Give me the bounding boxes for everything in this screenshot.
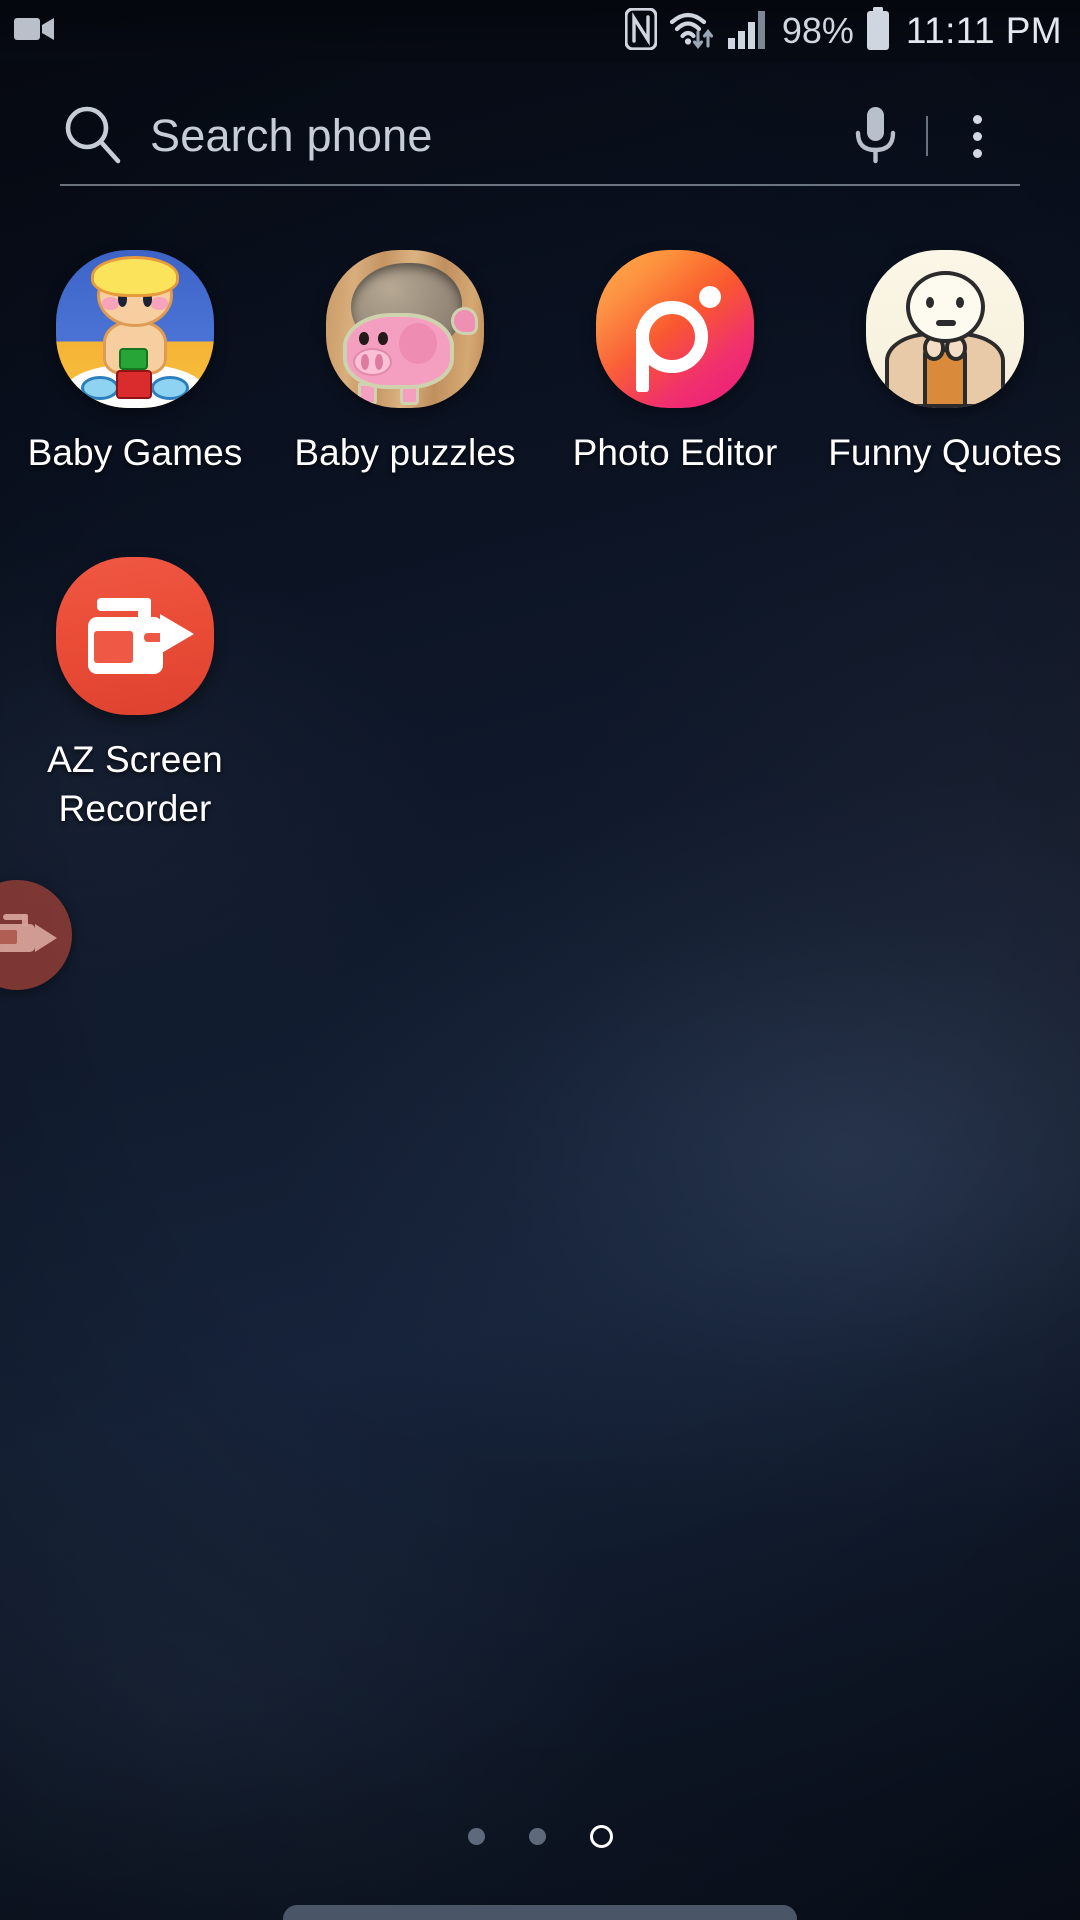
app-grid-row: Baby Games Baby puzzles Photo Editor Fun… (0, 236, 1080, 477)
navigation-bar-hint (283, 1905, 797, 1920)
microphone-icon[interactable] (830, 91, 920, 181)
search-placeholder-label: Search phone (150, 110, 433, 161)
app-icon-baby-games[interactable]: Baby Games (0, 236, 270, 477)
screen-recorder-icon (14, 14, 56, 49)
app-grid-row: AZ Screen Recorder (0, 543, 1080, 833)
home-screen-page-indicator (0, 1825, 1080, 1848)
app-label: AZ Screen Recorder (47, 739, 223, 829)
nfc-icon (624, 6, 658, 55)
app-label: Baby puzzles (294, 432, 516, 473)
cellular-signal-icon (727, 8, 771, 55)
page-dot-active[interactable] (589, 1825, 613, 1848)
more-dot (972, 114, 982, 124)
app-label: Funny Quotes (828, 432, 1062, 473)
app-icon-photo-editor[interactable]: Photo Editor (540, 236, 810, 477)
status-bar-right-icons: 98% 11:11 PM (624, 6, 1062, 56)
app-icon-az-screen-recorder[interactable]: AZ Screen Recorder (0, 543, 270, 833)
status-bar-clock: 11:11 PM (905, 10, 1062, 51)
az-screen-recorder-icon[interactable] (56, 557, 214, 715)
status-bar-left-icons (14, 14, 56, 49)
status-bar: 98% 11:11 PM (0, 0, 1080, 62)
app-label: Photo Editor (572, 432, 778, 473)
wifi-icon (668, 8, 716, 55)
search-action-divider (926, 116, 928, 156)
battery-percent-label: 98% (781, 10, 854, 51)
more-dot (972, 131, 982, 141)
more-options-icon[interactable] (934, 91, 1020, 181)
search-actions (830, 88, 1020, 184)
baby-games-icon[interactable] (56, 250, 214, 408)
page-dot[interactable] (467, 1828, 485, 1845)
search-icon (60, 102, 124, 171)
page-dot[interactable] (528, 1828, 546, 1845)
app-grid: Baby Games Baby puzzles Photo Editor Fun… (0, 236, 1080, 833)
search-input[interactable]: Search phone (60, 88, 830, 184)
battery-full-icon (865, 6, 891, 56)
baby-puzzles-icon[interactable] (326, 250, 484, 408)
funny-quotes-icon[interactable] (866, 250, 1024, 408)
screen-recorder-icon (0, 912, 65, 958)
app-icon-baby-puzzles[interactable]: Baby puzzles (270, 236, 540, 477)
app-label: Baby Games (27, 432, 243, 473)
search-bar[interactable]: Search phone (60, 88, 1020, 186)
photo-editor-icon[interactable] (596, 250, 754, 408)
more-dot (972, 148, 982, 158)
app-icon-funny-quotes[interactable]: Funny Quotes (810, 236, 1080, 477)
